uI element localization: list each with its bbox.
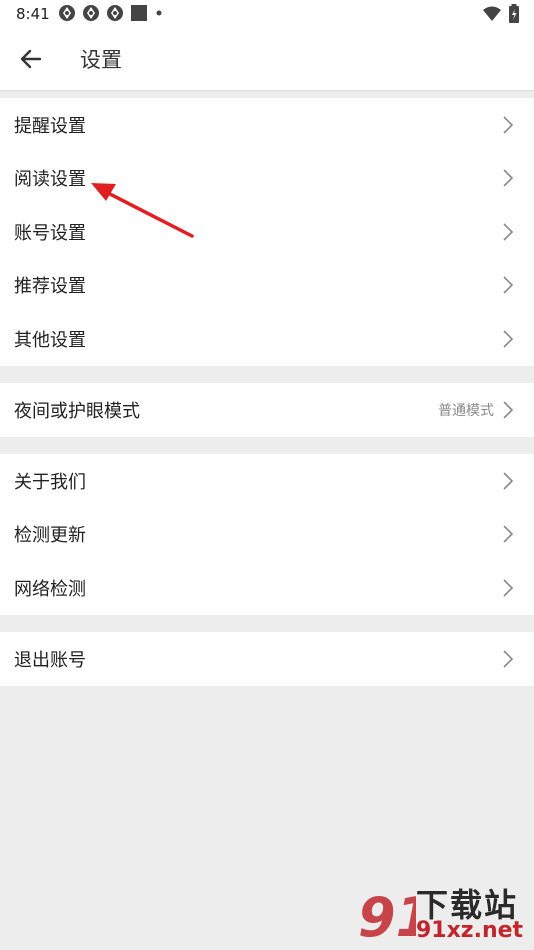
dot-icon (156, 10, 162, 16)
settings-item-label: 阅读设置 (14, 169, 86, 191)
settings-group-display: 夜间或护眼模式 普通模式 (0, 383, 534, 437)
settings-item-label: 关于我们 (14, 471, 86, 493)
back-button[interactable] (14, 44, 48, 74)
chevron-right-icon (503, 401, 514, 419)
settings-item-check-update[interactable]: 检测更新 (0, 508, 534, 562)
settings-item-label: 夜间或护眼模式 (14, 400, 140, 422)
wifi-icon (483, 6, 501, 21)
watermark-91-logo-icon: 91 (358, 886, 416, 949)
status-time: 8:41 (16, 5, 50, 23)
app-notification-icon (107, 5, 123, 21)
battery-icon (509, 4, 519, 23)
chevron-right-icon (503, 116, 514, 134)
settings-group-about: 关于我们 检测更新 网络检测 (0, 454, 534, 615)
settings-group-logout: 退出账号 (0, 632, 534, 686)
settings-item-network-check[interactable]: 网络检测 (0, 561, 534, 615)
chevron-right-icon (503, 650, 514, 668)
chevron-right-icon (503, 223, 514, 241)
chevron-right-icon (503, 525, 514, 543)
square-icon (131, 5, 147, 21)
settings-item-label: 退出账号 (14, 649, 86, 671)
status-system-icons (482, 4, 520, 24)
status-bar: 8:41 (0, 0, 534, 28)
settings-item-reminder[interactable]: 提醒设置 (0, 98, 534, 152)
settings-item-about-us[interactable]: 关于我们 (0, 454, 534, 508)
settings-item-other[interactable]: 其他设置 (0, 312, 534, 366)
arrow-left-icon (20, 49, 42, 69)
chevron-right-icon (503, 330, 514, 348)
settings-item-logout[interactable]: 退出账号 (0, 632, 534, 686)
settings-item-label: 其他设置 (14, 329, 86, 351)
chevron-right-icon (503, 579, 514, 597)
app-notification-icon (83, 5, 99, 21)
status-notification-icons (58, 4, 164, 22)
night-mode-value: 普通模式 (438, 402, 494, 419)
app-bar: 设置 (0, 28, 534, 91)
settings-item-label: 检测更新 (14, 525, 86, 547)
chevron-right-icon (503, 169, 514, 187)
page-title: 设置 (80, 48, 122, 72)
settings-item-label: 提醒设置 (14, 115, 86, 137)
settings-item-account[interactable]: 账号设置 (0, 205, 534, 259)
settings-item-reading[interactable]: 阅读设置 (0, 152, 534, 206)
settings-item-recommend[interactable]: 推荐设置 (0, 259, 534, 313)
settings-group-general: 提醒设置 阅读设置 账号设置 推荐设置 其他设置 (0, 98, 534, 366)
settings-item-night-mode[interactable]: 夜间或护眼模式 普通模式 (0, 383, 534, 437)
chevron-right-icon (503, 276, 514, 294)
watermark-domain: 91xz.net (416, 918, 524, 943)
settings-item-label: 推荐设置 (14, 276, 86, 298)
chevron-right-icon (503, 472, 514, 490)
watermark-logo: 91 下载站 91xz.net (356, 878, 532, 950)
svg-text:91: 91 (358, 886, 416, 949)
app-notification-icon (59, 5, 75, 21)
settings-item-label: 账号设置 (14, 222, 86, 244)
settings-item-label: 网络检测 (14, 578, 86, 600)
